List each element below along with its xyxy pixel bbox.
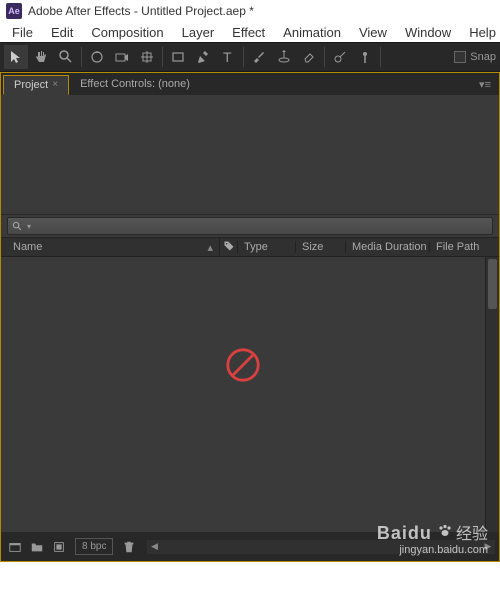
tab-project-label: Project — [14, 79, 48, 91]
tool-bar: T Snap — [0, 42, 500, 72]
roto-brush-tool[interactable] — [328, 45, 352, 69]
search-input[interactable]: ▾ — [7, 217, 493, 235]
project-content-area[interactable] — [1, 257, 499, 532]
separator — [162, 47, 163, 67]
tab-project[interactable]: Project × — [3, 75, 69, 95]
puppet-pin-tool[interactable] — [353, 45, 377, 69]
prohibited-icon — [224, 346, 262, 384]
panel-menu-icon[interactable]: ▾≡ — [479, 78, 491, 91]
horizontal-scrollbar[interactable]: ◀ ▶ — [147, 540, 495, 554]
search-row: ▾ — [1, 215, 499, 237]
separator — [243, 47, 244, 67]
delete-button[interactable] — [119, 537, 139, 557]
menu-animation[interactable]: Animation — [275, 24, 349, 41]
rectangle-tool[interactable] — [166, 45, 190, 69]
brush-tool[interactable] — [247, 45, 271, 69]
vertical-scrollbar[interactable] — [485, 257, 499, 532]
column-media-duration[interactable]: Media Duration — [345, 241, 429, 253]
separator — [324, 47, 325, 67]
pen-tool[interactable] — [191, 45, 215, 69]
interpret-footage-button[interactable] — [5, 537, 25, 557]
menu-bar: File Edit Composition Layer Effect Anima… — [0, 22, 500, 42]
scroll-right-icon[interactable]: ▶ — [481, 540, 495, 554]
sort-indicator-icon: ▴ — [207, 241, 213, 254]
menu-effect[interactable]: Effect — [224, 24, 273, 41]
column-headers: Name ▴ Type Size Media Duration File Pat… — [1, 237, 499, 257]
menu-file[interactable]: File — [4, 24, 41, 41]
svg-text:T: T — [223, 49, 232, 65]
column-size-label: Size — [302, 241, 323, 253]
column-name-label: Name — [13, 241, 42, 253]
bpc-label: 8 bpc — [82, 541, 106, 552]
column-type[interactable]: Type — [237, 241, 295, 253]
tab-effect-controls[interactable]: Effect Controls: (none) — [69, 74, 201, 94]
snap-label: Snap — [470, 51, 496, 63]
panel-tabs: Project × Effect Controls: (none) ▾≡ — [1, 73, 499, 95]
menu-composition[interactable]: Composition — [83, 24, 171, 41]
separator — [81, 47, 82, 67]
search-icon — [12, 221, 23, 232]
new-folder-button[interactable] — [27, 537, 47, 557]
menu-window[interactable]: Window — [397, 24, 459, 41]
new-composition-button[interactable] — [49, 537, 69, 557]
camera-tool[interactable] — [110, 45, 134, 69]
tab-effect-controls-label: Effect Controls: (none) — [80, 78, 190, 90]
menu-help[interactable]: Help — [461, 24, 500, 41]
project-panel: Project × Effect Controls: (none) ▾≡ ▾ N… — [0, 72, 500, 562]
snap-checkbox[interactable] — [454, 51, 466, 63]
selection-tool[interactable] — [4, 45, 28, 69]
app-logo-icon: Ae — [6, 3, 22, 19]
column-path-label: File Path — [436, 241, 479, 253]
separator — [380, 47, 381, 67]
text-tool[interactable]: T — [216, 45, 240, 69]
column-tag[interactable] — [219, 238, 237, 257]
column-media-label: Media Duration — [352, 241, 427, 253]
color-depth-button[interactable]: 8 bpc — [75, 538, 113, 555]
zoom-tool[interactable] — [54, 45, 78, 69]
menu-view[interactable]: View — [351, 24, 395, 41]
menu-layer[interactable]: Layer — [174, 24, 223, 41]
column-size[interactable]: Size — [295, 241, 345, 253]
panel-footer: 8 bpc ◀ ▶ — [1, 532, 499, 561]
window-title: Adobe After Effects - Untitled Project.a… — [28, 4, 254, 18]
close-icon[interactable]: × — [52, 79, 58, 90]
clone-stamp-tool[interactable] — [272, 45, 296, 69]
scroll-left-icon[interactable]: ◀ — [147, 540, 161, 554]
eraser-tool[interactable] — [297, 45, 321, 69]
menu-edit[interactable]: Edit — [43, 24, 81, 41]
scrollbar-thumb[interactable] — [488, 259, 497, 309]
column-file-path[interactable]: File Path — [429, 241, 499, 253]
hand-tool[interactable] — [29, 45, 53, 69]
rotation-tool[interactable] — [85, 45, 109, 69]
preview-area — [1, 95, 499, 215]
window-titlebar: Ae Adobe After Effects - Untitled Projec… — [0, 0, 500, 22]
column-type-label: Type — [244, 241, 268, 253]
pan-behind-tool[interactable] — [135, 45, 159, 69]
tag-icon — [223, 240, 235, 252]
column-name[interactable]: Name ▴ — [1, 241, 219, 254]
